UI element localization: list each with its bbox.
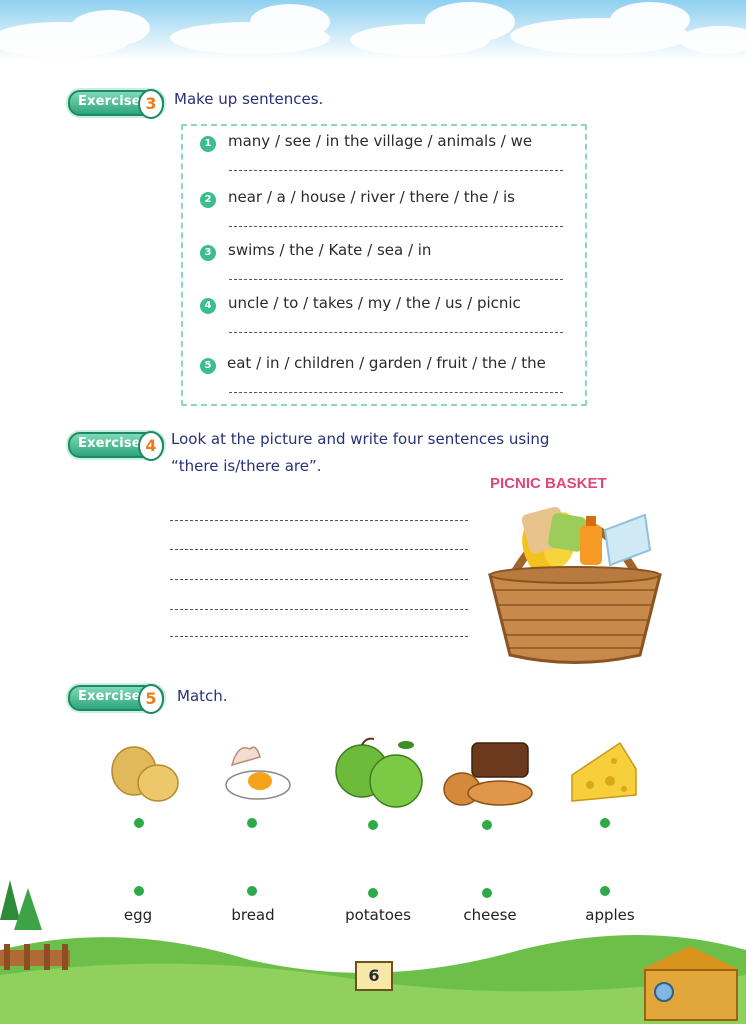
exercise-3-badge: Exercise 3 [68,89,164,119]
egg-image [225,746,291,800]
item-number: 2 [200,192,216,208]
answer-line-1[interactable] [229,170,563,171]
picnic-basket-image: PICNIC BASKET [488,475,662,664]
item-text: uncle / to / takes / my / the / us / pic… [228,294,521,312]
exercise-4-instruction-line-2: “there is/there are”. [171,457,322,475]
item-number: 1 [200,136,216,152]
writing-line-4[interactable] [170,609,468,610]
exercise-5-instruction: Match. [177,687,228,705]
match-dot-top-2[interactable] [247,818,257,828]
exercise-4-instruction-line-1: Look at the picture and write four sente… [171,430,550,448]
item-text: near / a / house / river / there / the /… [228,188,515,206]
cheese-image [571,741,637,802]
match-dot-top-1[interactable] [134,818,144,828]
item-text: eat / in / children / garden / fruit / t… [227,354,546,372]
writing-line-1[interactable] [170,520,468,521]
exercise-5-badge-number: 5 [138,684,164,714]
item-number: 5 [200,358,216,374]
answer-line-3[interactable] [229,279,563,280]
sky-banner [0,0,746,60]
item-text: swims / the / Kate / sea / in [228,241,432,259]
writing-line-5[interactable] [170,636,468,637]
match-word-apples: apples [585,906,635,924]
match-word-cheese: cheese [463,906,517,924]
item-number: 4 [200,298,216,314]
exercise-3-badge-number: 3 [138,89,164,119]
match-dot-top-4[interactable] [482,820,492,830]
match-dot-top-5[interactable] [600,818,610,828]
item-text: many / see / in the village / animals / … [228,132,533,150]
bread-image [443,742,533,806]
match-dot-top-3[interactable] [368,820,378,830]
answer-line-2[interactable] [229,226,563,227]
exercise-4-badge-label: Exercise [78,436,141,451]
writing-line-3[interactable] [170,579,468,580]
picnic-basket-label: PICNIC BASKET [490,475,607,492]
exercise-4-badge: Exercise 4 [68,431,164,461]
exercise-3-instruction: Make up sentences. [174,90,324,108]
exercise-3-badge-label: Exercise [78,94,141,109]
exercise-5-badge: Exercise 5 [68,684,164,714]
match-word-potatoes: potatoes [345,906,411,924]
exercise-5-badge-label: Exercise [78,689,141,704]
item-number: 3 [200,245,216,261]
match-word-egg: egg [123,906,153,924]
meadow-scenery [0,880,746,1024]
page-number: 6 [355,961,393,991]
exercise-4-badge-number: 4 [138,431,164,461]
potatoes-image [111,746,179,802]
writing-line-2[interactable] [170,549,468,550]
answer-line-5[interactable] [229,392,563,393]
apples-image [335,737,423,808]
match-word-bread: bread [231,906,275,924]
answer-line-4[interactable] [229,332,563,333]
